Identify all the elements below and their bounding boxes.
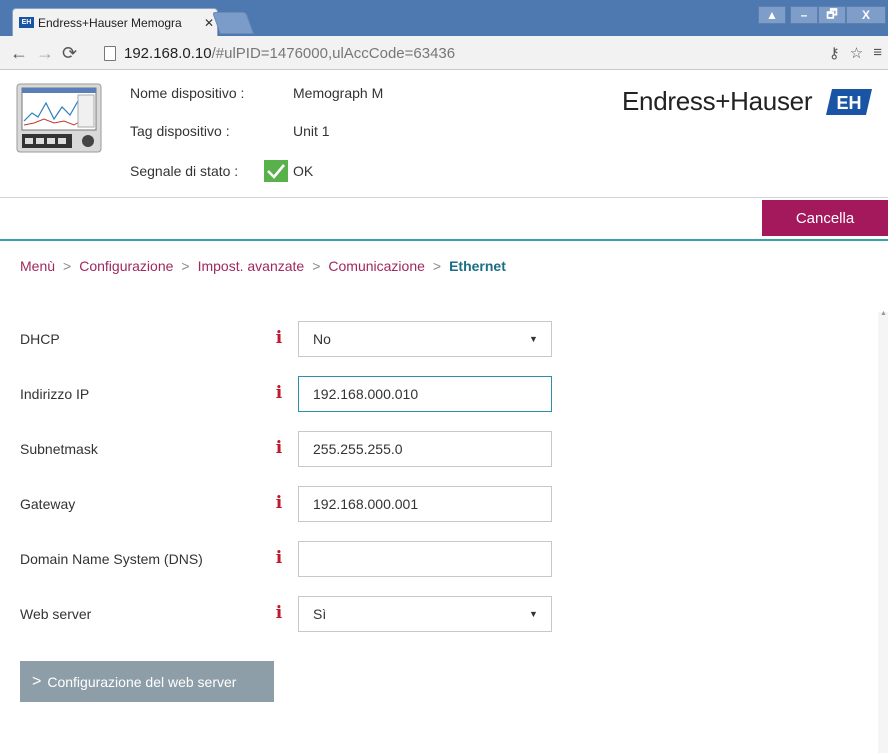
- eh-logo-icon: EH: [826, 88, 873, 115]
- web-server-config-button[interactable]: > Configurazione del web server: [20, 661, 274, 702]
- browser-tab[interactable]: EH Endress+Hauser Memogra ✕: [12, 8, 218, 36]
- logo-text: Endress+Hauser: [622, 86, 813, 116]
- back-arrow-icon[interactable]: ←: [10, 43, 28, 64]
- device-name-value: Memograph M: [293, 85, 384, 101]
- web-server-config-label: Configurazione del web server: [47, 673, 237, 690]
- info-icon[interactable]: i: [270, 328, 288, 348]
- info-icon[interactable]: i: [270, 603, 288, 623]
- tab-title: Endress+Hauser Memogra: [38, 15, 182, 30]
- status-label: Segnale di stato :: [130, 163, 239, 179]
- dhcp-select[interactable]: No ▼: [298, 321, 552, 357]
- device-image: [16, 83, 102, 153]
- forward-arrow-icon[interactable]: →: [36, 43, 54, 64]
- check-icon: [264, 160, 288, 182]
- breadcrumb-separator: >: [63, 258, 72, 274]
- dns-label: Domain Name System (DNS): [20, 551, 203, 567]
- close-window-button[interactable]: X: [846, 6, 886, 24]
- maximize-button[interactable]: 🗗: [818, 6, 846, 24]
- breadcrumb-separator: >: [432, 258, 442, 274]
- page-icon: [104, 45, 116, 61]
- star-icon[interactable]: ☆: [850, 44, 863, 62]
- header-divider: [0, 197, 888, 198]
- info-icon[interactable]: i: [270, 438, 288, 458]
- eh-favicon-icon: EH: [19, 17, 34, 28]
- ip-address-label: Indirizzo IP: [20, 386, 90, 402]
- chevron-down-icon: ▼: [529, 334, 538, 344]
- minimize-button[interactable]: –: [790, 6, 818, 24]
- chevron-down-icon: ▼: [529, 609, 538, 619]
- menu-icon[interactable]: ≡: [873, 44, 882, 62]
- cancel-button[interactable]: Cancella: [762, 200, 888, 236]
- chevron-right-icon: >: [32, 672, 42, 690]
- teal-divider: [0, 239, 888, 241]
- scroll-up-icon[interactable]: ▲: [880, 310, 887, 317]
- gateway-input[interactable]: 192.168.000.001: [298, 486, 552, 522]
- breadcrumb: Menù > Configurazione > Impost. avanzate…: [20, 258, 506, 274]
- window-controls: ▲ – 🗗 X: [758, 6, 886, 24]
- web-server-label: Web server: [20, 606, 92, 622]
- address-bar: ← → ⟳ 192.168.0.10 /#ulPID=1476000,ulAcc…: [0, 36, 888, 70]
- new-tab-button[interactable]: [211, 12, 255, 34]
- scrollbar[interactable]: [878, 312, 888, 753]
- breadcrumb-item-impost-avanzate[interactable]: Impost. avanzate: [198, 258, 305, 274]
- url-path: /#ulPID=1476000,ulAccCode=63436: [211, 44, 456, 62]
- dhcp-label: DHCP: [20, 331, 60, 347]
- ip-address-input[interactable]: 192.168.000.010: [298, 376, 552, 412]
- subnetmask-label: Subnetmask: [20, 441, 98, 457]
- breadcrumb-item-comunicazione[interactable]: Comunicazione: [328, 258, 425, 274]
- device-tag-label: Tag dispositivo :: [130, 123, 230, 139]
- dns-input[interactable]: [298, 541, 552, 577]
- browser-titlebar: EH Endress+Hauser Memogra ✕ ▲ – 🗗 X: [0, 0, 888, 36]
- dhcp-value: No: [313, 331, 331, 347]
- subnetmask-input[interactable]: 255.255.255.0: [298, 431, 552, 467]
- status-value: OK: [293, 163, 314, 179]
- device-tag-value: Unit 1: [293, 123, 330, 139]
- url-field[interactable]: 192.168.0.10 /#ulPID=1476000,ulAccCode=6…: [104, 41, 834, 65]
- info-icon[interactable]: i: [270, 548, 288, 568]
- gateway-label: Gateway: [20, 496, 76, 512]
- user-icon[interactable]: ▲: [758, 6, 786, 24]
- breadcrumb-current: Ethernet: [449, 258, 506, 274]
- breadcrumb-item-configurazione[interactable]: Configurazione: [79, 258, 173, 274]
- url-host: 192.168.0.10: [124, 44, 212, 62]
- breadcrumb-separator: >: [312, 258, 321, 274]
- reload-icon[interactable]: ⟳: [62, 43, 77, 64]
- logo-mark-text: EH: [837, 93, 862, 113]
- info-icon[interactable]: i: [270, 383, 288, 403]
- endress-hauser-logo: Endress+Hauser EH: [622, 86, 873, 117]
- web-server-value: Sì: [313, 606, 327, 622]
- info-icon[interactable]: i: [270, 493, 288, 513]
- breadcrumb-separator: >: [181, 258, 190, 274]
- web-server-select[interactable]: Sì ▼: [298, 596, 552, 632]
- key-icon[interactable]: ⚷: [829, 44, 840, 62]
- breadcrumb-item-menu[interactable]: Menù: [20, 258, 55, 274]
- device-name-label: Nome dispositivo :: [130, 85, 245, 101]
